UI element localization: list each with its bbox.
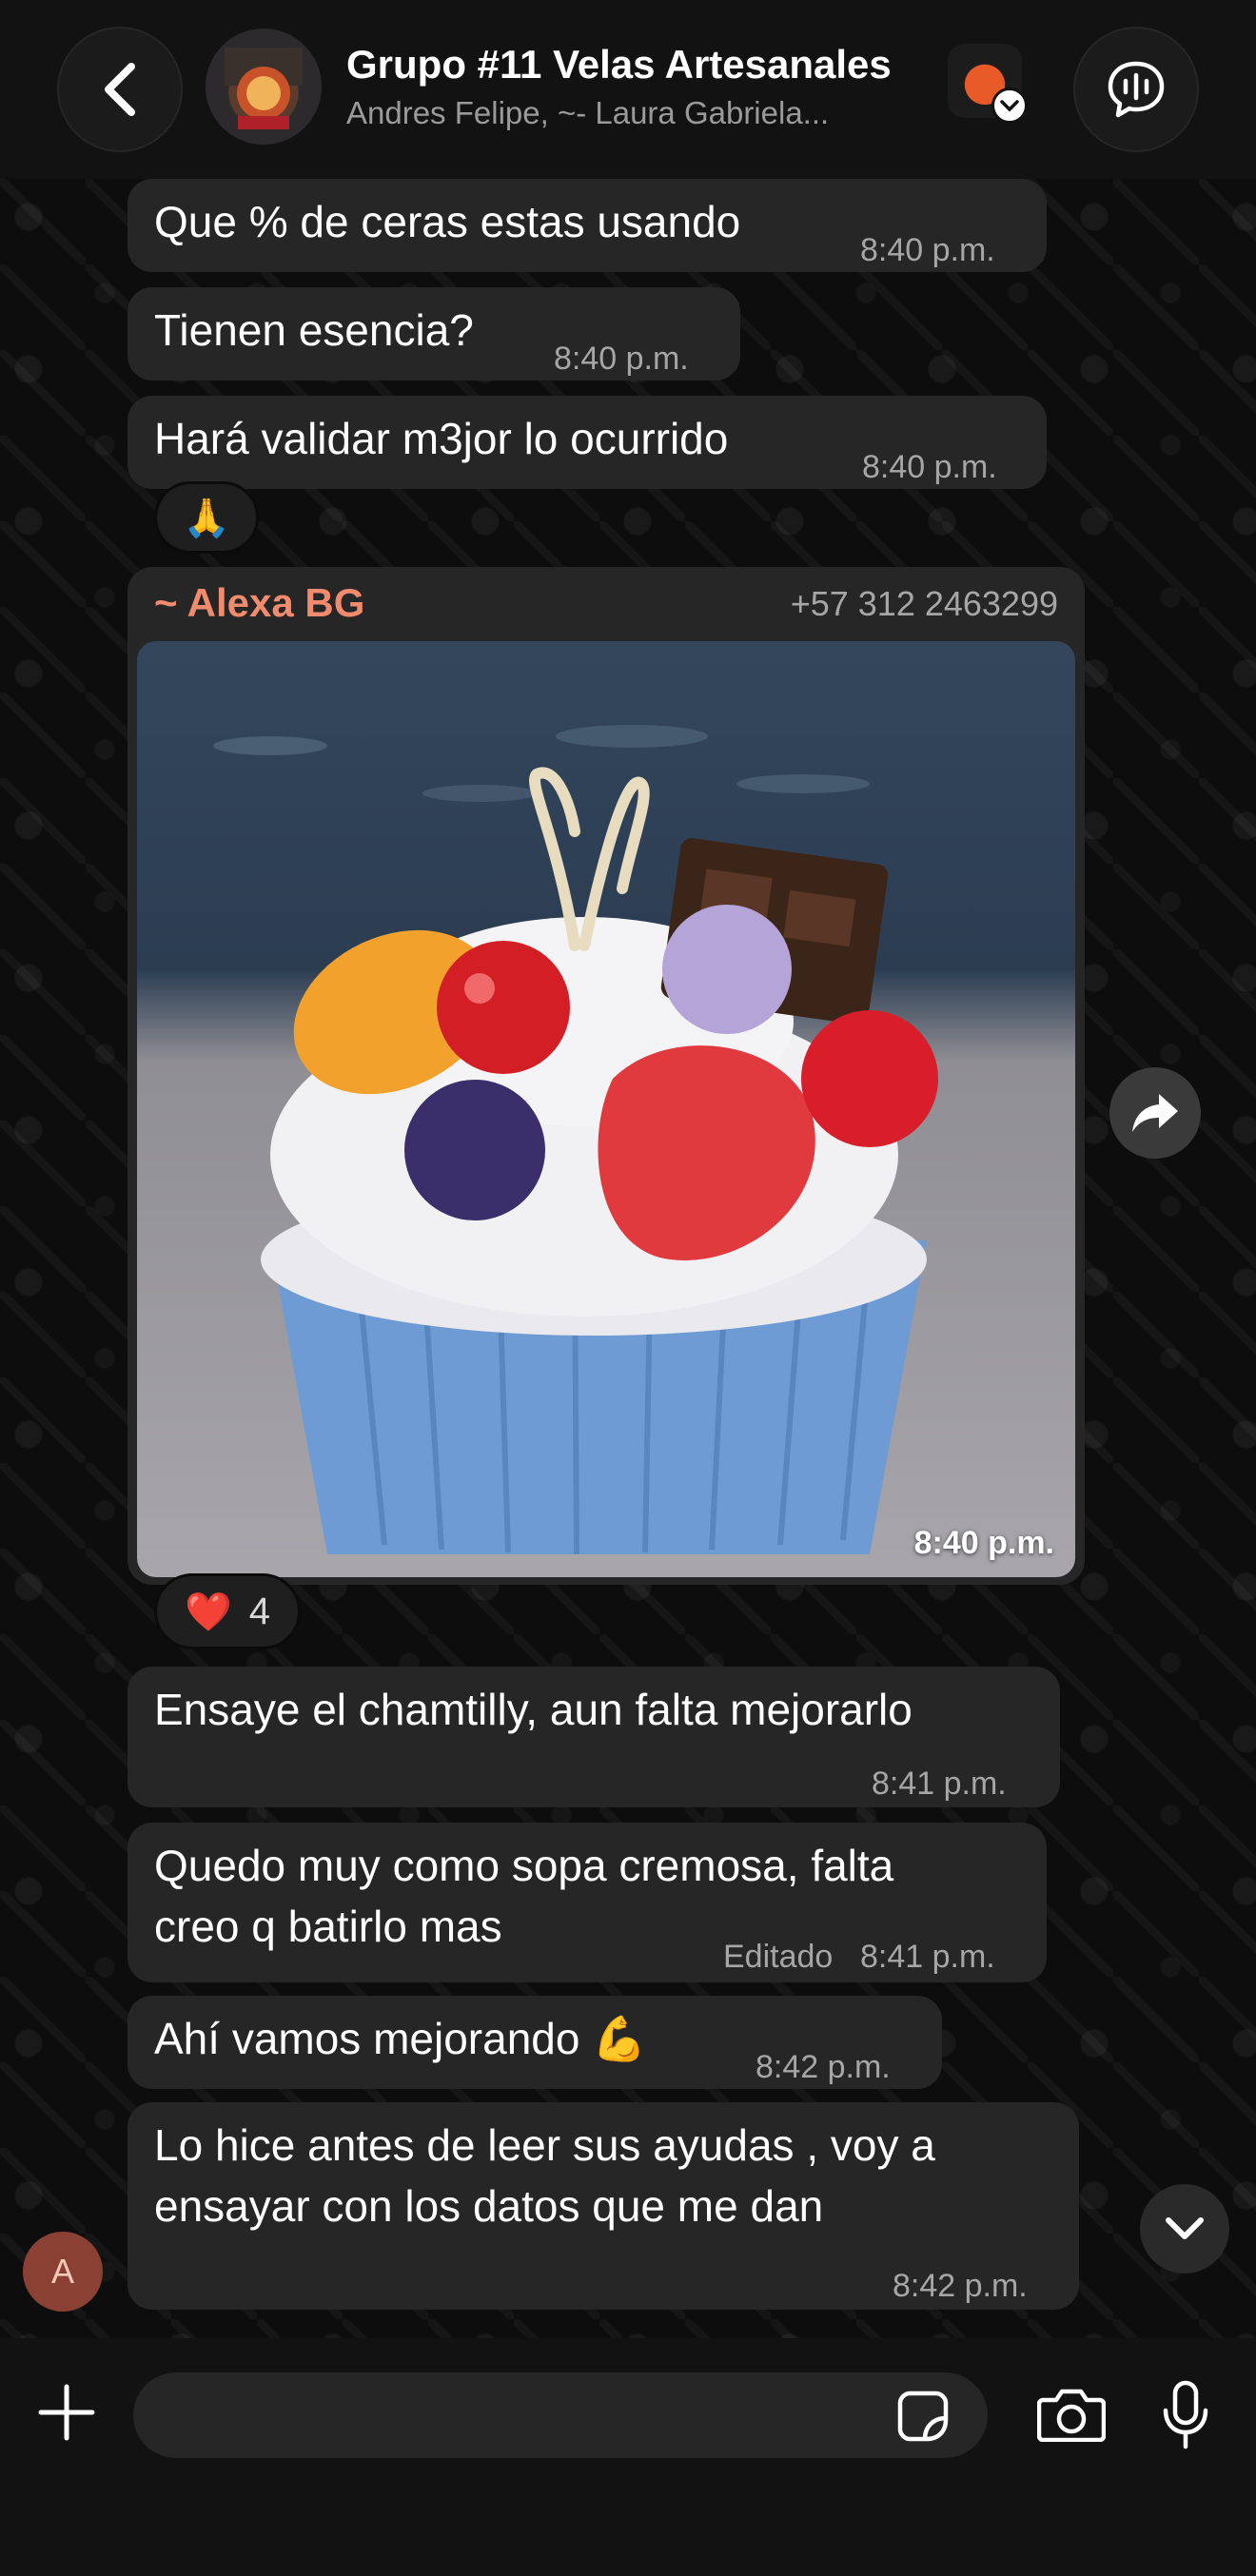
- message-text-line2: creo q batirlo mas: [154, 1902, 502, 1951]
- reaction-emoji: ❤️: [184, 1590, 232, 1633]
- message-text: Que % de ceras estas usando: [154, 197, 741, 246]
- message-text-line1: Lo hice antes de leer sus ayudas , voy a: [154, 2120, 935, 2170]
- message-bubble[interactable]: Ahí vamos mejorando 💪 8:42 p.m.: [128, 1996, 942, 2089]
- message-text-line1: Quedo muy como sopa cremosa, falta: [154, 1841, 894, 1890]
- forward-button[interactable]: [1109, 1067, 1201, 1159]
- message-text: Hará validar m3jor lo ocurrido: [154, 414, 729, 463]
- reaction-emoji: 🙏: [183, 497, 230, 539]
- message-reaction[interactable]: ❤️ 4: [154, 1573, 301, 1649]
- sender-name[interactable]: ~ Alexa BG: [154, 580, 364, 626]
- message-input[interactable]: [133, 2372, 988, 2458]
- community-badge[interactable]: [948, 44, 1028, 124]
- scroll-to-bottom-button[interactable]: [1140, 2184, 1229, 2274]
- group-title[interactable]: Grupo #11 Velas Artesanales: [346, 42, 892, 88]
- chat-screen: Grupo #11 Velas Artesanales Andres Felip…: [0, 0, 1256, 2576]
- message-time: 8:40 p.m.: [554, 341, 689, 377]
- sender-phone[interactable]: +57 312 2463299: [791, 584, 1058, 624]
- message-bubble[interactable]: Hará validar m3jor lo ocurrido 8:40 p.m.: [128, 396, 1047, 489]
- message-bubble[interactable]: Lo hice antes de leer sus ayudas , voy a…: [128, 2102, 1079, 2310]
- message-bubble[interactable]: Quedo muy como sopa cremosa, falta creo …: [128, 1823, 1047, 1982]
- message-time: 8:40 p.m.: [913, 1525, 1054, 1561]
- attach-button[interactable]: [29, 2374, 105, 2450]
- message-time: 8:40 p.m.: [860, 232, 995, 268]
- group-avatar-image: [225, 48, 303, 129]
- reaction-count: 4: [248, 1590, 271, 1632]
- message-text: Ahí vamos mejorando 💪: [154, 2014, 647, 2063]
- message-time: 8:42 p.m.: [756, 2049, 891, 2085]
- composer-bar: [0, 2338, 1256, 2576]
- image-message[interactable]: ~ Alexa BG +57 312 2463299 8:40 p.m.: [128, 567, 1085, 1585]
- cupcake-candle-image: [213, 725, 938, 1555]
- microphone-icon: [1163, 2380, 1208, 2449]
- message-time: 8:41 p.m.: [872, 1766, 1007, 1802]
- sticker-icon: [897, 2391, 949, 2442]
- microphone-button[interactable]: [1148, 2372, 1224, 2458]
- group-avatar[interactable]: [206, 29, 322, 145]
- message-time: 8:40 p.m.: [862, 449, 997, 485]
- group-members[interactable]: Andres Felipe, ~- Laura Gabriela...: [346, 95, 927, 131]
- message-bubble[interactable]: Tienen esencia? 8:40 p.m.: [128, 287, 740, 381]
- avatar[interactable]: A: [23, 2232, 103, 2312]
- message-text-line2: ensayar con los datos que me dan: [154, 2181, 824, 2231]
- message-bubble[interactable]: Ensaye el chamtilly, aun falta mejorarlo…: [128, 1667, 1060, 1807]
- message-text: Tienen esencia?: [154, 305, 474, 355]
- message-text: Ensaye el chamtilly, aun falta mejorarlo: [154, 1685, 913, 1734]
- chat-header: Grupo #11 Velas Artesanales Andres Felip…: [0, 0, 1256, 179]
- message-reaction[interactable]: 🙏: [154, 481, 259, 554]
- plus-icon: [38, 2384, 95, 2441]
- chevron-left-icon: [105, 63, 135, 116]
- chevron-down-icon: [991, 88, 1028, 124]
- edited-label: Editado: [723, 1939, 834, 1975]
- message-time: 8:42 p.m.: [893, 2268, 1028, 2304]
- sticker-button[interactable]: [894, 2388, 952, 2445]
- chevron-down-icon: [1166, 2217, 1204, 2239]
- forward-icon: [1132, 1094, 1178, 1132]
- message-time: 8:41 p.m.: [860, 1939, 995, 1975]
- camera-icon: [1037, 2389, 1106, 2442]
- voice-chat-button[interactable]: [1073, 27, 1199, 152]
- voice-chat-icon: [1108, 61, 1165, 118]
- camera-button[interactable]: [1033, 2376, 1109, 2452]
- back-button[interactable]: [57, 27, 183, 152]
- cupcake-candle-photo[interactable]: 8:40 p.m.: [137, 641, 1075, 1577]
- message-bubble[interactable]: Que % de ceras estas usando 8:40 p.m.: [128, 179, 1047, 272]
